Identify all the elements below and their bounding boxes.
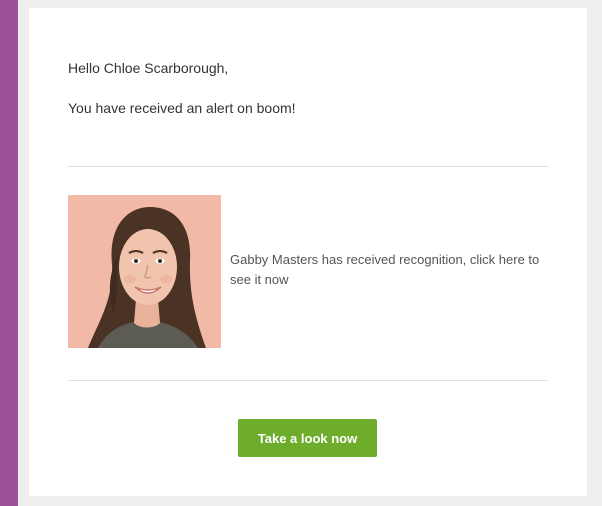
intro-text: You have received an alert on boom! [68,100,296,116]
user-photo-icon [68,195,221,348]
email-card: Hello Chloe Scarborough, You have receiv… [29,8,587,496]
top-divider [68,166,548,167]
notification-text[interactable]: Gabby Masters has received recognition, … [230,250,550,290]
email-frame: Hello Chloe Scarborough, You have receiv… [18,0,602,506]
take-a-look-button[interactable]: Take a look now [238,419,377,457]
bottom-divider [68,380,548,381]
recipient-photo[interactable] [68,195,221,348]
greeting-text: Hello Chloe Scarborough, [68,60,229,76]
